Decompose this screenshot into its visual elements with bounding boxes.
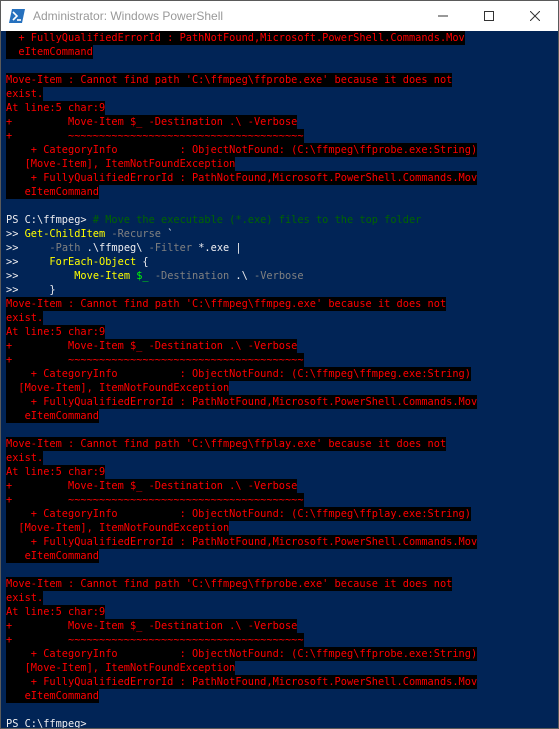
minimize-icon: [438, 15, 448, 17]
comment: # Move the executable (*.exe) files to t…: [92, 214, 422, 226]
error-line: At line:5 char:9: [6, 101, 106, 115]
cmdlet: Move-Item: [74, 270, 131, 282]
continuation-prompt: >>: [6, 270, 25, 282]
prompt: PS C:\ffmpeg>: [6, 214, 93, 226]
pipe: |: [229, 242, 242, 254]
minimize-button[interactable]: [420, 1, 466, 31]
error-line: [Move-Item], ItemNotFoundException: [6, 157, 236, 171]
command-line: >> }: [6, 283, 56, 297]
powershell-icon: [9, 9, 25, 23]
cmdlet: Get-ChildItem: [24, 228, 106, 240]
text-cursor: [93, 715, 100, 727]
scrollbar[interactable]: [555, 31, 558, 728]
error-line: eItemCommand: [6, 45, 93, 59]
command-line: >> ForEach-Object {: [6, 255, 149, 269]
continuation-prompt: >>: [6, 228, 25, 240]
argument: .\ffmpeg\: [80, 242, 143, 254]
close-button[interactable]: [512, 1, 558, 31]
parameter: -Verbose: [247, 270, 304, 282]
error-line: exist.: [6, 591, 44, 605]
error-line: Move-Item : Cannot find path 'C:\ffmpeg\…: [6, 577, 453, 591]
command-line: PS C:\ffmpeg> # Move the executable (*.e…: [6, 213, 421, 227]
title-bar[interactable]: Administrator: Windows PowerShell: [1, 1, 558, 31]
error-line: At line:5 char:9: [6, 465, 106, 479]
error-line: + CategoryInfo : ObjectNotFound: (C:\ffm…: [6, 367, 471, 381]
command-line: >> Get-ChildItem -Recurse `: [6, 227, 173, 241]
maximize-button[interactable]: [466, 1, 512, 31]
variable: $_: [130, 270, 149, 282]
error-line: + FullyQualifiedErrorId : PathNotFound,M…: [6, 171, 478, 185]
backtick: `: [161, 228, 174, 240]
error-line: Move-Item : Cannot find path 'C:\ffmpeg\…: [6, 73, 453, 87]
argument: .\: [229, 270, 248, 282]
continuation-prompt: >>: [6, 242, 25, 254]
continuation-prompt: >>: [6, 284, 25, 296]
error-line: eItemCommand: [6, 689, 99, 703]
error-line: + ~~~~~~~~~~~~~~~~~~~~~~~~~~~~~~~~~~~~~~: [6, 493, 304, 507]
error-line: exist.: [6, 87, 44, 101]
error-line: [Move-Item], ItemNotFoundException: [6, 381, 230, 395]
parameter: -Recurse: [105, 228, 161, 240]
window-title: Administrator: Windows PowerShell: [33, 9, 224, 23]
console-output[interactable]: + FullyQualifiedErrorId : PathNotFound,M…: [1, 31, 558, 728]
error-line: + Move-Item $_ -Destination .\ -Verbose: [6, 339, 298, 353]
command-line: >> Move-Item $_ -Destination .\ -Verbose: [6, 269, 304, 283]
error-line: eItemCommand: [6, 185, 99, 199]
error-line: + FullyQualifiedErrorId : PathNotFound,M…: [6, 535, 478, 549]
error-line: + ~~~~~~~~~~~~~~~~~~~~~~~~~~~~~~~~~~~~~~: [6, 353, 304, 367]
prompt: PS C:\ffmpeg>: [6, 718, 93, 728]
error-line: + Move-Item $_ -Destination .\ -Verbose: [6, 479, 298, 493]
error-line: + CategoryInfo : ObjectNotFound: (C:\ffm…: [6, 143, 478, 157]
error-line: + FullyQualifiedErrorId : PathNotFound,M…: [6, 395, 478, 409]
close-icon: [530, 11, 540, 21]
cmdlet: ForEach-Object: [49, 256, 137, 268]
error-line: [Move-Item], ItemNotFoundException: [6, 521, 230, 535]
error-line: + Move-Item $_ -Destination .\ -Verbose: [6, 115, 298, 129]
continuation-prompt: >>: [6, 256, 25, 268]
parameter: -Filter: [142, 242, 193, 254]
argument: *.exe: [192, 242, 230, 254]
parameter: -Destination: [148, 270, 230, 282]
error-line: + CategoryInfo : ObjectNotFound: (C:\ffm…: [6, 507, 471, 521]
error-line: + ~~~~~~~~~~~~~~~~~~~~~~~~~~~~~~~~~~~~~~: [6, 129, 304, 143]
command-line: >> -Path .\ffmpeg\ -Filter *.exe |: [6, 241, 242, 255]
error-line: Move-Item : Cannot find path 'C:\ffmpeg\…: [6, 437, 447, 451]
powershell-window: Administrator: Windows PowerShell + Full…: [0, 0, 559, 729]
brace: {: [136, 256, 149, 268]
parameter: -Path: [49, 242, 81, 254]
error-line: Move-Item : Cannot find path 'C:\ffmpeg\…: [6, 297, 447, 311]
error-line: + ~~~~~~~~~~~~~~~~~~~~~~~~~~~~~~~~~~~~~~: [6, 633, 304, 647]
error-line: + Move-Item $_ -Destination .\ -Verbose: [6, 619, 298, 633]
error-line: [Move-Item], ItemNotFoundException: [6, 661, 236, 675]
error-line: + CategoryInfo : ObjectNotFound: (C:\ffm…: [6, 647, 478, 661]
error-line: + FullyQualifiedErrorId : PathNotFound,M…: [6, 675, 478, 689]
maximize-icon: [484, 11, 494, 21]
error-line: eItemCommand: [6, 409, 99, 423]
brace: }: [49, 284, 56, 296]
error-line: exist.: [6, 451, 44, 465]
error-line: + FullyQualifiedErrorId : PathNotFound,M…: [6, 31, 465, 45]
error-line: At line:5 char:9: [6, 605, 106, 619]
command-line[interactable]: PS C:\ffmpeg>: [6, 715, 100, 728]
error-line: At line:5 char:9: [6, 325, 106, 339]
error-line: eItemCommand: [6, 549, 99, 563]
error-line: exist.: [6, 311, 44, 325]
